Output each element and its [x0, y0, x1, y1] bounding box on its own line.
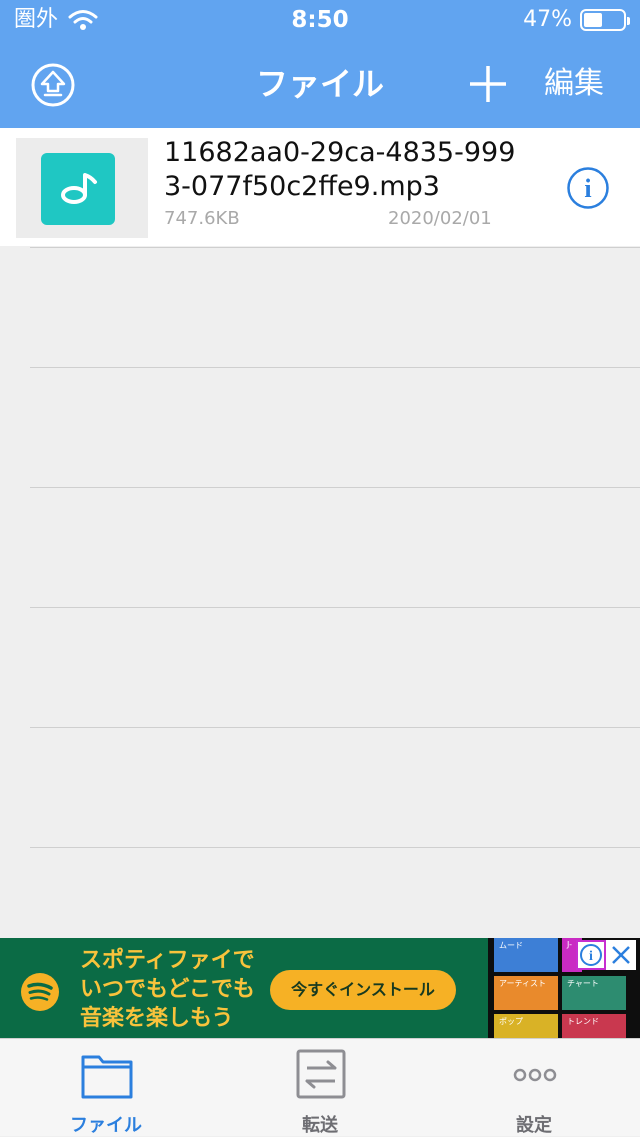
- file-date: 2020/02/01: [388, 208, 492, 229]
- tab-files[interactable]: ファイル: [26, 1039, 186, 1137]
- ad-close-icon[interactable]: [606, 940, 636, 970]
- promo-tile: チャート: [562, 976, 626, 1010]
- promo-tile: トレンド: [562, 1014, 626, 1038]
- edit-button[interactable]: 編集: [544, 40, 604, 128]
- tab-settings[interactable]: 設定: [454, 1039, 614, 1137]
- status-right: 47%: [523, 0, 630, 40]
- promo-tile: ムード: [494, 938, 558, 972]
- file-size: 747.6KB: [164, 208, 240, 229]
- info-icon[interactable]: i: [566, 166, 610, 210]
- battery-percent: 47%: [523, 7, 572, 32]
- list-separator: [30, 727, 640, 728]
- status-bar: 圏外 8:50 47%: [0, 0, 640, 40]
- ad-headline-line: 音楽を楽しもう: [80, 1006, 234, 1031]
- battery-nub: [627, 17, 630, 25]
- promo-tile: アーティスト: [494, 976, 558, 1010]
- list-separator: [30, 607, 640, 608]
- list-separator: [30, 487, 640, 488]
- list-separator: [30, 367, 640, 368]
- svg-text:i: i: [589, 949, 593, 964]
- nav-bar: ファイル 編集: [0, 40, 640, 128]
- file-thumbnail: [16, 138, 148, 238]
- music-file-icon: [41, 153, 115, 225]
- music-note-icon: [61, 173, 97, 204]
- tab-transfer[interactable]: 転送: [240, 1039, 400, 1137]
- header: 圏外 8:50 47% ファイル 編集: [0, 0, 640, 128]
- battery-icon: [580, 9, 630, 31]
- tab-label: ファイル: [70, 1115, 142, 1136]
- tab-label: 転送: [302, 1115, 338, 1136]
- add-icon[interactable]: [468, 64, 508, 104]
- svg-text:i: i: [584, 174, 591, 203]
- file-list-item[interactable]: 11682aa0-29ca-4835-9993-077f50c2ffe9.mp3…: [0, 128, 640, 246]
- more-icon: [513, 1068, 557, 1082]
- ad-headline-line: いつでもどこでも: [80, 977, 255, 1002]
- transfer-icon: [296, 1049, 346, 1099]
- ad-banner[interactable]: スポティファイで いつでもどこでも 音楽を楽しもう 今すぐインストール ムード …: [0, 938, 640, 1038]
- ad-headline-line: スポティファイで: [80, 948, 255, 973]
- spotify-logo-icon: [21, 973, 59, 1011]
- battery-fill: [584, 13, 602, 27]
- folder-icon: [81, 1055, 133, 1099]
- list-separator: [30, 847, 640, 848]
- ad-install-button[interactable]: 今すぐインストール: [270, 970, 456, 1010]
- ad-headline: スポティファイで いつでもどこでも 音楽を楽しもう: [80, 946, 280, 1033]
- tab-label: 設定: [516, 1115, 552, 1136]
- tab-bar: ファイル 転送 設定: [0, 1038, 640, 1136]
- file-name: 11682aa0-29ca-4835-9993-077f50c2ffe9.mp3: [164, 137, 516, 202]
- list-separator: [30, 247, 640, 248]
- ad-info-icon[interactable]: i: [576, 940, 606, 970]
- promo-tile: ポップ: [494, 1014, 558, 1038]
